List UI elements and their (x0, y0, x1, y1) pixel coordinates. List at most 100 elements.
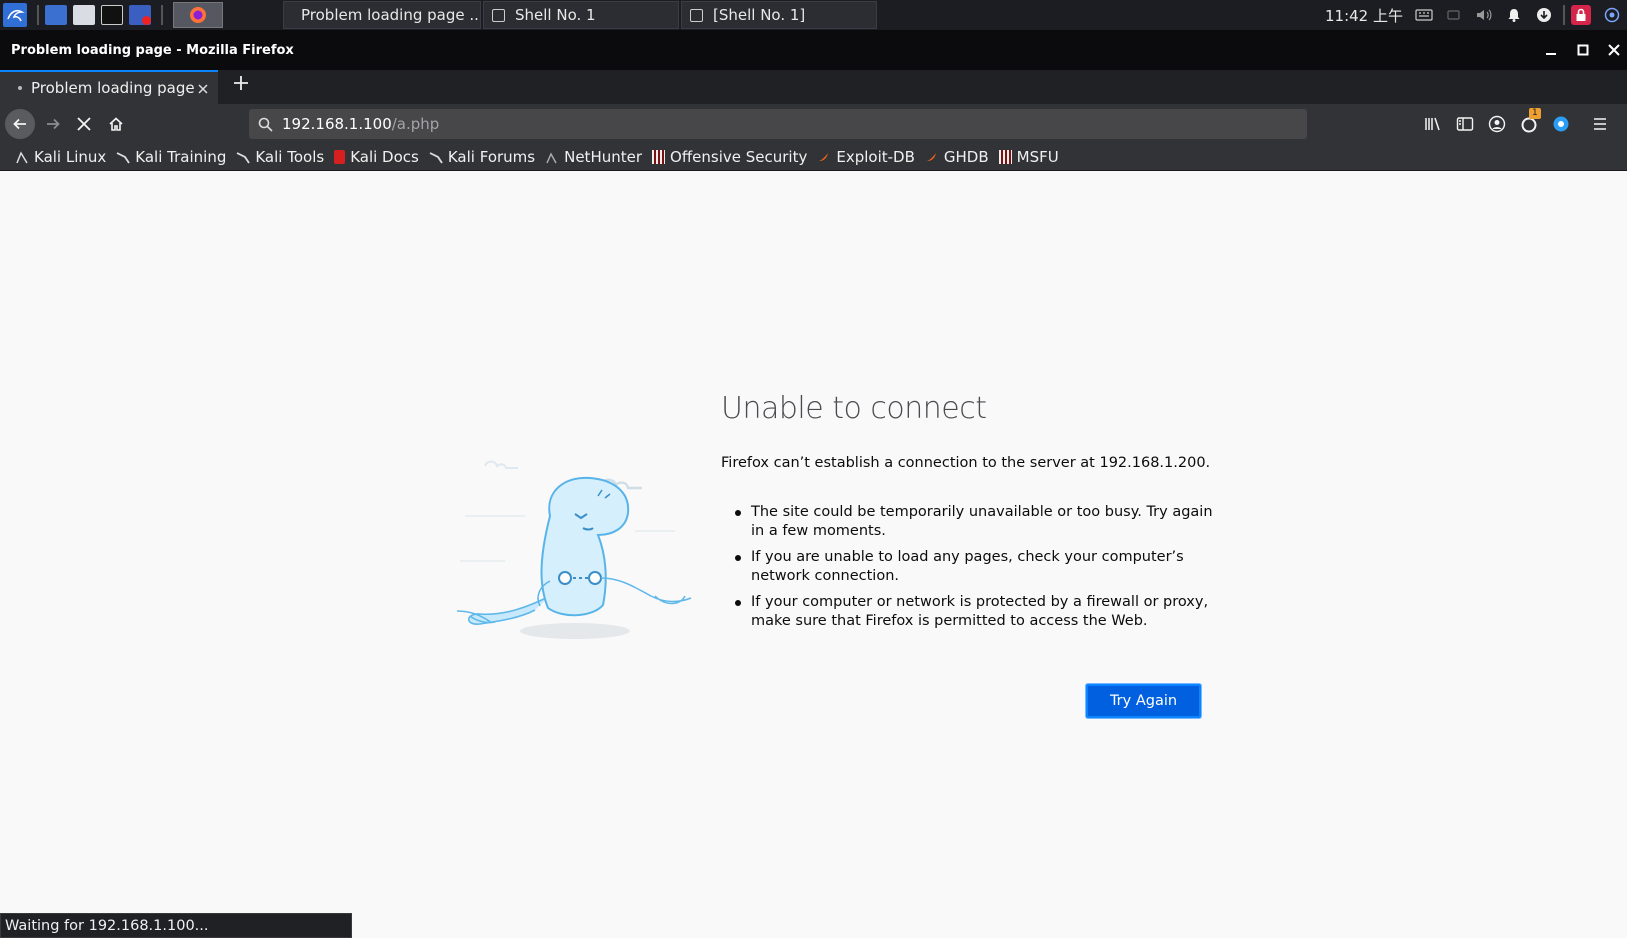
bookmark-label: NetHunter (564, 148, 643, 166)
menu-button[interactable] (1590, 114, 1610, 134)
bookmark-offensive-security[interactable]: Offensive Security (652, 148, 807, 166)
blue-extension-icon (1553, 116, 1569, 132)
bookmark-label: Kali Linux (34, 148, 107, 166)
keyboard-icon[interactable] (1415, 6, 1433, 24)
error-reason-item: If your computer or network is protected… (735, 593, 1215, 631)
power-icon[interactable] (1603, 6, 1621, 24)
taskbar-window-firefox[interactable]: Problem loading page ... (283, 1, 481, 29)
taskbar-window-label: [Shell No. 1] (713, 6, 806, 24)
bookmark-kali-tools[interactable]: Kali Tools (236, 148, 324, 166)
library-icon (1425, 117, 1440, 131)
bookmark-label: Kali Docs (350, 148, 419, 166)
kali-dragon-icon (236, 150, 251, 164)
page-content: Unable to connect Firefox can’t establis… (0, 171, 1627, 938)
try-again-button[interactable]: Try Again (1086, 684, 1201, 718)
screen-record-icon[interactable] (129, 5, 151, 25)
account-icon (1488, 115, 1506, 133)
hamburger-menu-icon (1594, 118, 1606, 130)
taskbar-window-label: Problem loading page ... (301, 6, 481, 24)
close-window-button[interactable] (1604, 40, 1624, 60)
os-taskbar: Problem loading page ... Shell No. 1 [Sh… (0, 0, 1627, 30)
show-desktop-icon[interactable] (45, 5, 67, 25)
error-message: Firefox can’t establish a connection to … (721, 455, 1211, 471)
extension-badge: 1 (1529, 108, 1541, 119)
error-reason-item: If you are unable to load any pages, che… (735, 548, 1215, 586)
bookmark-kali-forums[interactable]: Kali Forums (429, 148, 535, 166)
extension-button[interactable]: 1 (1519, 108, 1541, 134)
home-icon (109, 117, 123, 131)
maximize-button[interactable] (1573, 40, 1593, 60)
url-bar[interactable]: 192.168.1.100/a.php (249, 109, 1307, 139)
terminal-window-icon (690, 8, 703, 22)
status-text: Waiting for 192.168.1.100... (5, 917, 209, 934)
ghdb-icon (925, 150, 939, 164)
bookmark-msfu[interactable]: MSFU (998, 148, 1059, 166)
account-button[interactable] (1487, 114, 1507, 134)
minimize-button[interactable] (1541, 40, 1561, 60)
url-host: 192.168.1.100 (282, 115, 392, 133)
system-tray: 11:42 上午 (1325, 0, 1627, 30)
nethunter-icon (545, 150, 559, 164)
url-path: /a.php (391, 115, 440, 133)
battery-icon[interactable] (1445, 6, 1463, 24)
kali-dragon-icon (116, 150, 131, 164)
home-button[interactable] (102, 110, 130, 138)
bookmark-label: GHDB (943, 148, 989, 166)
volume-icon[interactable] (1475, 6, 1493, 24)
extension-blue-button[interactable] (1551, 114, 1571, 134)
bookmark-label: Kali Training (135, 148, 227, 166)
firefox-launcher-button[interactable] (173, 2, 223, 28)
notifications-bell-icon[interactable] (1505, 6, 1523, 24)
firefox-icon (190, 7, 206, 23)
taskbar-window-label: Shell No. 1 (515, 6, 596, 24)
kali-docs-icon (334, 150, 346, 164)
library-button[interactable] (1423, 114, 1443, 134)
new-tab-button[interactable] (229, 74, 253, 98)
tab-problem-loading[interactable]: Problem loading page (0, 70, 218, 104)
stop-x-icon (77, 117, 91, 131)
tab-label: Problem loading page (31, 79, 195, 97)
bookmark-nethunter[interactable]: NetHunter (545, 148, 642, 166)
bookmark-ghdb[interactable]: GHDB (925, 148, 989, 166)
taskbar-window-shell-2[interactable]: [Shell No. 1] (681, 1, 877, 29)
sidebar-button[interactable] (1455, 114, 1475, 134)
bookmark-kali-linux[interactable]: Kali Linux (15, 148, 106, 166)
window-titlebar: Problem loading page - Mozilla Firefox (0, 30, 1627, 70)
stop-button[interactable] (70, 110, 98, 138)
lock-screen-icon[interactable] (1571, 5, 1591, 25)
error-reason-item: The site could be temporarily unavailabl… (735, 503, 1215, 541)
taskbar-separator (37, 5, 39, 25)
bookmarks-toolbar: Kali Linux Kali Training Kali Tools Kali… (0, 144, 1627, 171)
forward-arrow-icon (47, 118, 60, 130)
error-title: Unable to connect (721, 391, 987, 426)
status-panel: Waiting for 192.168.1.100... (0, 913, 352, 938)
close-tab-icon[interactable] (197, 81, 211, 95)
taskbar-window-shell[interactable]: Shell No. 1 (483, 1, 679, 29)
kali-dragon-icon (15, 150, 29, 164)
msfu-icon (998, 150, 1012, 164)
bookmark-label: Kali Tools (255, 148, 325, 166)
bookmark-kali-docs[interactable]: Kali Docs (334, 148, 419, 166)
taskbar-separator (161, 5, 163, 25)
forward-button[interactable] (39, 110, 67, 138)
terminal-icon[interactable] (101, 5, 123, 25)
kali-menu-icon[interactable] (3, 3, 27, 27)
bookmark-label: Offensive Security (670, 148, 808, 166)
file-manager-icon[interactable] (73, 5, 95, 25)
network-update-icon[interactable] (1535, 6, 1553, 24)
tab-strip: Problem loading page (0, 70, 1627, 104)
sidebar-icon (1456, 117, 1474, 131)
window-title: Problem loading page - Mozilla Firefox (11, 42, 294, 58)
exploit-db-icon (817, 150, 831, 164)
back-button[interactable] (5, 109, 35, 139)
error-reasons-list: The site could be temporarily unavailabl… (735, 503, 1215, 638)
taskbar-separator (1563, 5, 1565, 25)
clock[interactable]: 11:42 上午 (1325, 5, 1403, 26)
bookmark-kali-training[interactable]: Kali Training (116, 148, 226, 166)
loading-dot-icon (18, 86, 22, 90)
terminal-window-icon (492, 8, 505, 22)
offsec-icon (652, 150, 666, 164)
bookmark-exploit-db[interactable]: Exploit-DB (817, 148, 915, 166)
disconnected-dinosaur-illustration (456, 460, 692, 639)
back-arrow-icon (13, 118, 26, 130)
